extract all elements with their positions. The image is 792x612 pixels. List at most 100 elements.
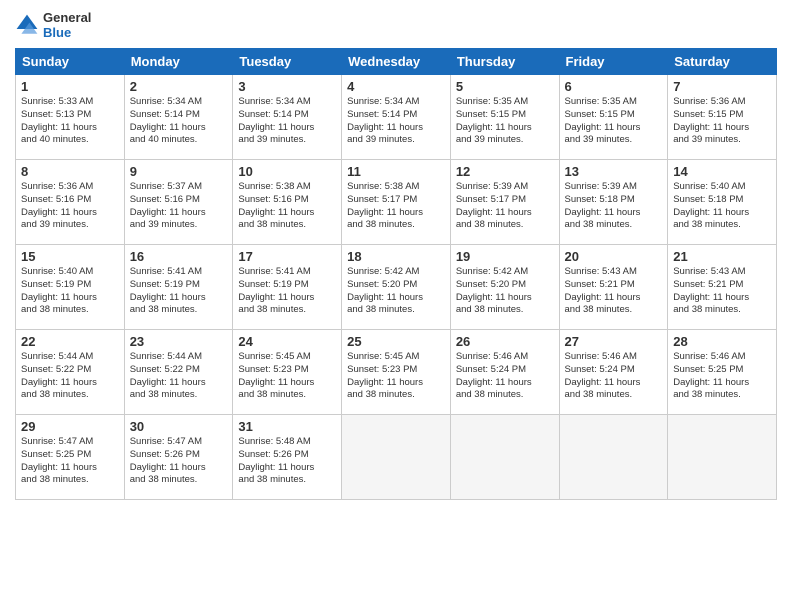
day-number: 31 bbox=[238, 419, 336, 434]
day-info: Sunrise: 5:36 AM Sunset: 5:16 PM Dayligh… bbox=[21, 181, 119, 232]
table-row: 15 Sunrise: 5:40 AM Sunset: 5:19 PM Dayli… bbox=[16, 245, 125, 330]
table-row: 3Sunrise: 5:34 AM Sunset: 5:14 PM Daylig… bbox=[233, 75, 342, 160]
calendar-header-row: Sunday Monday Tuesday Wednesday Thursday… bbox=[16, 49, 777, 75]
day-number: 22 bbox=[21, 334, 119, 349]
day-number: 14 bbox=[673, 164, 771, 179]
table-row: 29 Sunrise: 5:47 AM Sunset: 5:25 PM Dayli… bbox=[16, 415, 125, 500]
table-row: 10 Sunrise: 5:38 AM Sunset: 5:16 PM Dayli… bbox=[233, 160, 342, 245]
day-number: 10 bbox=[238, 164, 336, 179]
calendar-week-row: 1 Sunrise: 5:33 AM Sunset: 5:13 PM Daylig… bbox=[16, 75, 777, 160]
table-row: 27Sunrise: 5:46 AM Sunset: 5:24 PM Dayli… bbox=[559, 330, 668, 415]
table-row bbox=[450, 415, 559, 500]
day-number: 17 bbox=[238, 249, 336, 264]
table-row: 1 Sunrise: 5:33 AM Sunset: 5:13 PM Daylig… bbox=[16, 75, 125, 160]
day-number: 15 bbox=[21, 249, 119, 264]
day-info: Sunrise: 5:39 AM Sunset: 5:18 PM Dayligh… bbox=[565, 181, 663, 232]
table-row: 12 Sunrise: 5:39 AM Sunset: 5:17 PM Dayli… bbox=[450, 160, 559, 245]
table-row: 9Sunrise: 5:37 AM Sunset: 5:16 PM Daylig… bbox=[124, 160, 233, 245]
day-number: 27 bbox=[565, 334, 663, 349]
day-number: 12 bbox=[456, 164, 554, 179]
calendar-week-row: 15 Sunrise: 5:40 AM Sunset: 5:19 PM Dayli… bbox=[16, 245, 777, 330]
day-info: Sunrise: 5:42 AM Sunset: 5:20 PM Dayligh… bbox=[347, 266, 445, 317]
col-tuesday: Tuesday bbox=[233, 49, 342, 75]
day-info: Sunrise: 5:34 AM Sunset: 5:14 PM Dayligh… bbox=[238, 96, 336, 147]
table-row: 26 Sunrise: 5:46 AM Sunset: 5:24 PM Dayli… bbox=[450, 330, 559, 415]
day-info: Sunrise: 5:35 AM Sunset: 5:15 PM Dayligh… bbox=[565, 96, 663, 147]
logo: General Blue bbox=[15, 10, 91, 40]
day-number: 30 bbox=[130, 419, 228, 434]
day-number: 2 bbox=[130, 79, 228, 94]
col-thursday: Thursday bbox=[450, 49, 559, 75]
day-info: Sunrise: 5:40 AM Sunset: 5:19 PM Dayligh… bbox=[21, 266, 119, 317]
table-row: 20 Sunrise: 5:43 AM Sunset: 5:21 PM Dayli… bbox=[559, 245, 668, 330]
day-info: Sunrise: 5:44 AM Sunset: 5:22 PM Dayligh… bbox=[130, 351, 228, 402]
day-number: 20 bbox=[565, 249, 663, 264]
table-row: 17 Sunrise: 5:41 AM Sunset: 5:19 PM Dayli… bbox=[233, 245, 342, 330]
day-number: 19 bbox=[456, 249, 554, 264]
table-row: 11 Sunrise: 5:38 AM Sunset: 5:17 PM Dayli… bbox=[342, 160, 451, 245]
day-number: 8 bbox=[21, 164, 119, 179]
day-info: Sunrise: 5:47 AM Sunset: 5:25 PM Dayligh… bbox=[21, 436, 119, 487]
col-wednesday: Wednesday bbox=[342, 49, 451, 75]
day-number: 11 bbox=[347, 164, 445, 179]
day-info: Sunrise: 5:34 AM Sunset: 5:14 PM Dayligh… bbox=[347, 96, 445, 147]
table-row: 23Sunrise: 5:44 AM Sunset: 5:22 PM Dayli… bbox=[124, 330, 233, 415]
table-row: 21Sunrise: 5:43 AM Sunset: 5:21 PM Dayli… bbox=[668, 245, 777, 330]
day-info: Sunrise: 5:47 AM Sunset: 5:26 PM Dayligh… bbox=[130, 436, 228, 487]
day-info: Sunrise: 5:36 AM Sunset: 5:15 PM Dayligh… bbox=[673, 96, 771, 147]
col-sunday: Sunday bbox=[16, 49, 125, 75]
table-row: 6 Sunrise: 5:35 AM Sunset: 5:15 PM Daylig… bbox=[559, 75, 668, 160]
table-row: 24 Sunrise: 5:45 AM Sunset: 5:23 PM Dayli… bbox=[233, 330, 342, 415]
day-info: Sunrise: 5:44 AM Sunset: 5:22 PM Dayligh… bbox=[21, 351, 119, 402]
table-row: 22 Sunrise: 5:44 AM Sunset: 5:22 PM Dayli… bbox=[16, 330, 125, 415]
col-saturday: Saturday bbox=[668, 49, 777, 75]
day-info: Sunrise: 5:33 AM Sunset: 5:13 PM Dayligh… bbox=[21, 96, 119, 147]
day-number: 6 bbox=[565, 79, 663, 94]
day-info: Sunrise: 5:35 AM Sunset: 5:15 PM Dayligh… bbox=[456, 96, 554, 147]
table-row: 8 Sunrise: 5:36 AM Sunset: 5:16 PM Daylig… bbox=[16, 160, 125, 245]
table-row: 25 Sunrise: 5:45 AM Sunset: 5:23 PM Dayli… bbox=[342, 330, 451, 415]
day-info: Sunrise: 5:41 AM Sunset: 5:19 PM Dayligh… bbox=[238, 266, 336, 317]
day-number: 16 bbox=[130, 249, 228, 264]
table-row bbox=[342, 415, 451, 500]
day-info: Sunrise: 5:48 AM Sunset: 5:26 PM Dayligh… bbox=[238, 436, 336, 487]
calendar-week-row: 29 Sunrise: 5:47 AM Sunset: 5:25 PM Dayli… bbox=[16, 415, 777, 500]
header: General Blue bbox=[15, 10, 777, 40]
page: General Blue Sunday Monday Tuesday Wedne… bbox=[0, 0, 792, 612]
day-info: Sunrise: 5:34 AM Sunset: 5:14 PM Dayligh… bbox=[130, 96, 228, 147]
logo-text: General Blue bbox=[43, 10, 91, 40]
calendar-week-row: 8 Sunrise: 5:36 AM Sunset: 5:16 PM Daylig… bbox=[16, 160, 777, 245]
calendar-table: Sunday Monday Tuesday Wednesday Thursday… bbox=[15, 48, 777, 500]
day-info: Sunrise: 5:43 AM Sunset: 5:21 PM Dayligh… bbox=[673, 266, 771, 317]
day-info: Sunrise: 5:46 AM Sunset: 5:24 PM Dayligh… bbox=[456, 351, 554, 402]
day-number: 18 bbox=[347, 249, 445, 264]
day-number: 4 bbox=[347, 79, 445, 94]
day-info: Sunrise: 5:45 AM Sunset: 5:23 PM Dayligh… bbox=[347, 351, 445, 402]
day-info: Sunrise: 5:38 AM Sunset: 5:16 PM Dayligh… bbox=[238, 181, 336, 232]
day-number: 1 bbox=[21, 79, 119, 94]
day-number: 26 bbox=[456, 334, 554, 349]
table-row bbox=[559, 415, 668, 500]
table-row: 2 Sunrise: 5:34 AM Sunset: 5:14 PM Daylig… bbox=[124, 75, 233, 160]
table-row: 16Sunrise: 5:41 AM Sunset: 5:19 PM Dayli… bbox=[124, 245, 233, 330]
day-number: 28 bbox=[673, 334, 771, 349]
day-info: Sunrise: 5:39 AM Sunset: 5:17 PM Dayligh… bbox=[456, 181, 554, 232]
table-row: 30 Sunrise: 5:47 AM Sunset: 5:26 PM Dayli… bbox=[124, 415, 233, 500]
day-info: Sunrise: 5:43 AM Sunset: 5:21 PM Dayligh… bbox=[565, 266, 663, 317]
day-number: 13 bbox=[565, 164, 663, 179]
day-info: Sunrise: 5:38 AM Sunset: 5:17 PM Dayligh… bbox=[347, 181, 445, 232]
day-info: Sunrise: 5:45 AM Sunset: 5:23 PM Dayligh… bbox=[238, 351, 336, 402]
table-row bbox=[668, 415, 777, 500]
table-row: 7 Sunrise: 5:36 AM Sunset: 5:15 PM Daylig… bbox=[668, 75, 777, 160]
day-info: Sunrise: 5:40 AM Sunset: 5:18 PM Dayligh… bbox=[673, 181, 771, 232]
day-number: 7 bbox=[673, 79, 771, 94]
table-row: 18 Sunrise: 5:42 AM Sunset: 5:20 PM Dayli… bbox=[342, 245, 451, 330]
day-number: 24 bbox=[238, 334, 336, 349]
day-number: 29 bbox=[21, 419, 119, 434]
day-number: 25 bbox=[347, 334, 445, 349]
day-number: 5 bbox=[456, 79, 554, 94]
table-row: 19Sunrise: 5:42 AM Sunset: 5:20 PM Dayli… bbox=[450, 245, 559, 330]
table-row: 28Sunrise: 5:46 AM Sunset: 5:25 PM Dayli… bbox=[668, 330, 777, 415]
general-blue-logo-icon bbox=[15, 13, 39, 37]
calendar-week-row: 22 Sunrise: 5:44 AM Sunset: 5:22 PM Dayli… bbox=[16, 330, 777, 415]
